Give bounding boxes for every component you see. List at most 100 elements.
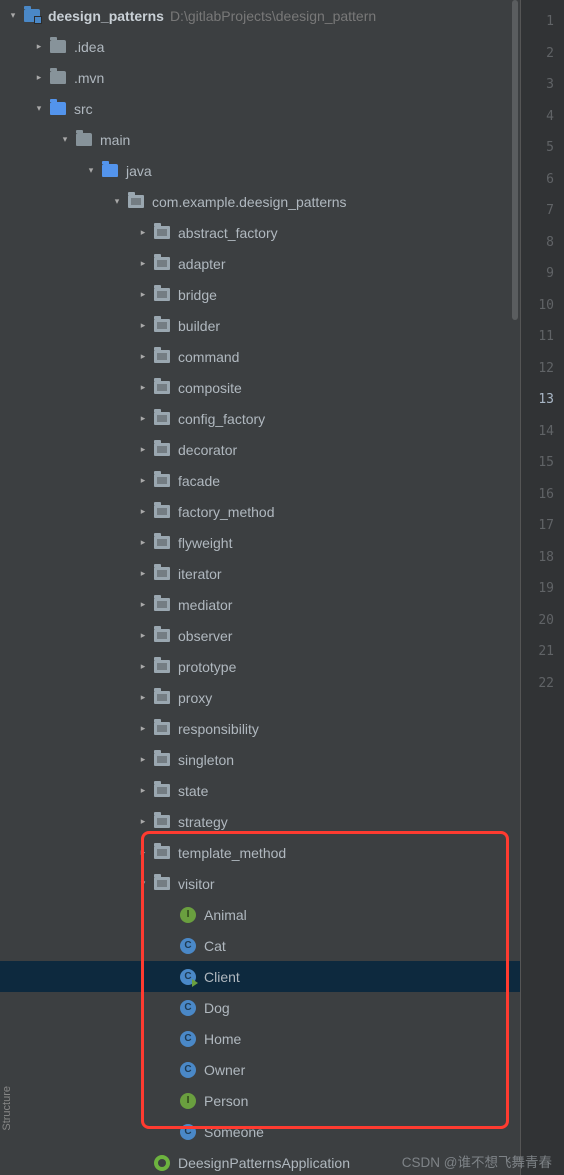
- line-number[interactable]: 20: [521, 605, 564, 637]
- line-number[interactable]: 11: [521, 321, 564, 353]
- tree-row[interactable]: ▸template_method: [0, 837, 520, 868]
- side-tab-structure[interactable]: Structure: [0, 1082, 14, 1135]
- chevron-right-icon[interactable]: ▸: [32, 71, 46, 85]
- tree-row[interactable]: ▸factory_method: [0, 496, 520, 527]
- chevron-right-icon[interactable]: ▸: [136, 443, 150, 457]
- line-number[interactable]: 19: [521, 573, 564, 605]
- tree-row[interactable]: CHome: [0, 1023, 520, 1054]
- tree-row[interactable]: CDog: [0, 992, 520, 1023]
- tree-row[interactable]: ▸command: [0, 341, 520, 372]
- tree-row[interactable]: ▸ prototype: [0, 651, 520, 682]
- tree-row[interactable]: ▸.mvn: [0, 62, 520, 93]
- line-number[interactable]: 5: [521, 132, 564, 164]
- tree-row[interactable]: ▾java: [0, 155, 520, 186]
- tree-row[interactable]: ▸composite: [0, 372, 520, 403]
- chevron-right-icon[interactable]: ▸: [136, 784, 150, 798]
- line-number[interactable]: 1: [521, 6, 564, 38]
- tree-row[interactable]: ▸state: [0, 775, 520, 806]
- tree-row[interactable]: ▸abstract_factory: [0, 217, 520, 248]
- line-number[interactable]: 2: [521, 38, 564, 70]
- tree-row[interactable]: ▸config_factory: [0, 403, 520, 434]
- chevron-right-icon[interactable]: ▸: [136, 257, 150, 271]
- line-number[interactable]: 17: [521, 510, 564, 542]
- tree-row[interactable]: ▸observer: [0, 620, 520, 651]
- chevron-right-icon[interactable]: ▸: [136, 629, 150, 643]
- package-icon: [152, 409, 172, 429]
- line-number[interactable]: 14: [521, 416, 564, 448]
- tree-row[interactable]: ▸iterator: [0, 558, 520, 589]
- line-number[interactable]: 10: [521, 290, 564, 322]
- package-icon: [152, 533, 172, 553]
- chevron-right-icon[interactable]: ▸: [32, 40, 46, 54]
- tree-row[interactable]: IAnimal: [0, 899, 520, 930]
- tree-row[interactable]: ▾main: [0, 124, 520, 155]
- chevron-right-icon[interactable]: ▸: [136, 753, 150, 767]
- chevron-right-icon[interactable]: ▸: [136, 598, 150, 612]
- tree-row[interactable]: ▸adapter: [0, 248, 520, 279]
- line-number[interactable]: 13: [521, 384, 564, 416]
- line-number[interactable]: 21: [521, 636, 564, 668]
- chevron-right-icon[interactable]: ▸: [136, 381, 150, 395]
- tree-row[interactable]: ▸mediator: [0, 589, 520, 620]
- chevron-right-icon[interactable]: ▸: [136, 412, 150, 426]
- tree-row[interactable]: ▸ facade: [0, 465, 520, 496]
- tree-row[interactable]: ▸proxy: [0, 682, 520, 713]
- tree-row-label: prototype: [178, 659, 236, 675]
- chevron-right-icon[interactable]: ▸: [136, 815, 150, 829]
- tree-row[interactable]: ▾ deesign_patterns D:\gitlabProjects\deesi…: [0, 0, 520, 31]
- tree-row[interactable]: ▾visitor: [0, 868, 520, 899]
- tree-row[interactable]: ▾ com.example.deesign_patterns: [0, 186, 520, 217]
- tree-row[interactable]: ▾src: [0, 93, 520, 124]
- line-number[interactable]: 3: [521, 69, 564, 101]
- chevron-down-icon[interactable]: ▾: [84, 164, 98, 178]
- tree-row[interactable]: ▸ strategy: [0, 806, 520, 837]
- chevron-right-icon[interactable]: ▸: [136, 350, 150, 364]
- tree-row[interactable]: ▸flyweight: [0, 527, 520, 558]
- tree-row[interactable]: IPerson: [0, 1085, 520, 1116]
- line-number[interactable]: 15: [521, 447, 564, 479]
- tree-row[interactable]: COwner: [0, 1054, 520, 1085]
- tree-row[interactable]: ▸singleton: [0, 744, 520, 775]
- tree-row-label: deesign_patterns: [48, 8, 164, 24]
- tree-row[interactable]: ▸.idea: [0, 31, 520, 62]
- line-number[interactable]: 18: [521, 542, 564, 574]
- chevron-down-icon[interactable]: ▾: [32, 102, 46, 116]
- line-number[interactable]: 12: [521, 353, 564, 385]
- chevron-right-icon[interactable]: ▸: [136, 536, 150, 550]
- package-icon: [152, 688, 172, 708]
- chevron-down-icon[interactable]: ▾: [58, 133, 72, 147]
- line-number[interactable]: 7: [521, 195, 564, 227]
- chevron-down-icon[interactable]: ▾: [110, 195, 124, 209]
- line-number[interactable]: 6: [521, 164, 564, 196]
- chevron-right-icon[interactable]: ▸: [136, 691, 150, 705]
- line-number[interactable]: 4: [521, 101, 564, 133]
- chevron-right-icon[interactable]: ▸: [136, 288, 150, 302]
- line-number[interactable]: 8: [521, 227, 564, 259]
- chevron-right-icon[interactable]: ▸: [136, 505, 150, 519]
- chevron-right-icon[interactable]: ▸: [136, 319, 150, 333]
- chevron-right-icon[interactable]: ▸: [136, 474, 150, 488]
- tree-row-label: com.example.deesign_patterns: [152, 194, 347, 210]
- chevron-right-icon[interactable]: ▸: [136, 846, 150, 860]
- line-number[interactable]: 22: [521, 668, 564, 700]
- chevron-right-icon[interactable]: ▸: [136, 660, 150, 674]
- chevron-down-icon[interactable]: ▾: [6, 9, 20, 23]
- chevron-right-icon[interactable]: ▸: [136, 226, 150, 240]
- tree-row[interactable]: ▸builder: [0, 310, 520, 341]
- tree-row[interactable]: ▸decorator: [0, 434, 520, 465]
- tree-row-hint: D:\gitlabProjects\deesign_pattern: [170, 8, 376, 24]
- chevron-right-icon[interactable]: ▸: [136, 567, 150, 581]
- tree-row[interactable]: ▸bridge: [0, 279, 520, 310]
- chevron-down-icon[interactable]: ▾: [136, 877, 150, 891]
- tree-row[interactable]: ▸responsibility: [0, 713, 520, 744]
- tree-row[interactable]: CCat: [0, 930, 520, 961]
- tree-row-label: facade: [178, 473, 220, 489]
- tree-scrollbar[interactable]: [510, 0, 520, 1175]
- tree-row[interactable]: CClient: [0, 961, 520, 992]
- tree-row[interactable]: CSomeone: [0, 1116, 520, 1147]
- line-number[interactable]: 16: [521, 479, 564, 511]
- project-tree[interactable]: ▾ deesign_patterns D:\gitlabProjects\deesi…: [0, 0, 520, 1175]
- line-number[interactable]: 9: [521, 258, 564, 290]
- chevron-right-icon[interactable]: ▸: [136, 722, 150, 736]
- tree-row-label: strategy: [178, 814, 228, 830]
